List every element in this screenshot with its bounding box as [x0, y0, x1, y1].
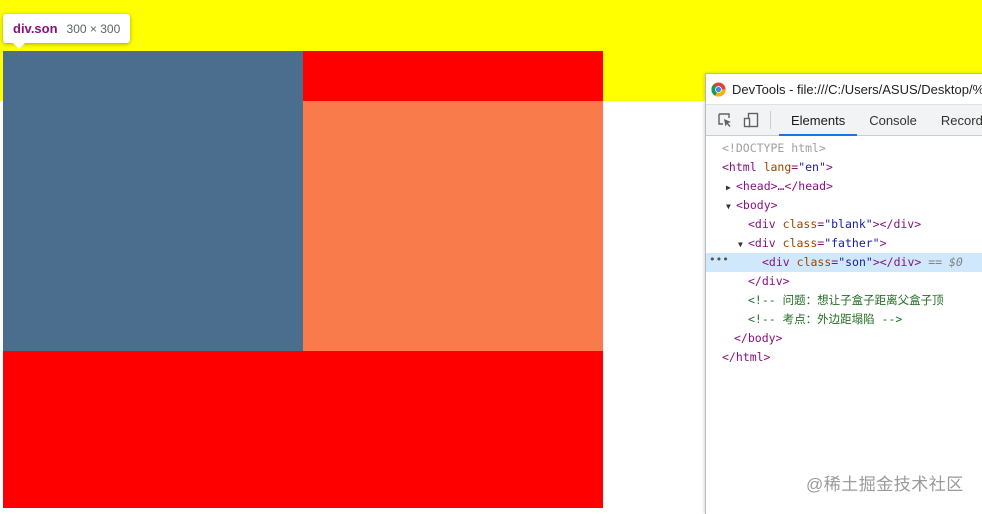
dom-node-father-close[interactable]: </div> — [706, 272, 982, 291]
dom-node-comment-1[interactable]: <!-- 问题：想让子盒子距离父盒子顶 — [706, 291, 982, 310]
son-class-value: "son" — [838, 255, 873, 269]
son-tag-open: <div — [762, 255, 790, 269]
margin-highlight-overlay — [303, 101, 603, 351]
selected-node-ref: == $0 — [928, 255, 963, 269]
element-inspect-tooltip: div.son 300 × 300 — [3, 14, 131, 49]
dom-node-doctype[interactable]: <!DOCTYPE html> — [706, 139, 982, 158]
html-tag: <html — [722, 160, 757, 174]
tab-recorder[interactable]: Record — [929, 105, 982, 135]
tooltip-arrow — [13, 43, 25, 49]
son-tag-close: ></div> — [872, 255, 922, 269]
comment-keypoint: <!-- 考点：外边距塌陷 --> — [748, 312, 903, 326]
blank-tag-open: <div — [748, 217, 776, 231]
html-lang-attr: lang — [763, 160, 792, 174]
tab-console-label: Console — [869, 112, 917, 128]
tooltip-dimensions: 300 × 300 — [66, 21, 121, 36]
blank-class-attr: class — [782, 217, 818, 231]
doctype-text: <!DOCTYPE html> — [722, 141, 826, 155]
devtools-window: DevTools - file:///C:/Users/ASUS/Desktop… — [705, 73, 982, 514]
devtools-tabbar: Elements Console Record — [706, 104, 982, 136]
body-tag: <body> — [736, 198, 778, 212]
body-close-tag: </body> — [734, 331, 783, 345]
dom-tree: <!DOCTYPE html> <html lang="en"> ▶ <head>… — [706, 136, 982, 367]
tab-recorder-label: Record — [940, 112, 982, 128]
device-toolbar-button[interactable] — [738, 105, 764, 135]
father-class-attr: class — [782, 236, 818, 250]
son-class-attr: class — [796, 255, 832, 269]
html-close-tag: </html> — [722, 350, 771, 364]
tab-elements-label: Elements — [791, 112, 846, 128]
tab-console[interactable]: Console — [857, 105, 929, 135]
dom-node-son-selected[interactable]: ••• <div class="son"></div> == $0 — [706, 253, 982, 272]
son-div — [3, 51, 303, 351]
toolbar-separator — [770, 111, 771, 129]
dom-node-comment-2[interactable]: <!-- 考点：外边距塌陷 --> — [706, 310, 982, 329]
collapse-triangle-icon[interactable]: ▼ — [726, 197, 736, 216]
dom-node-body[interactable]: ▼ <body> — [706, 196, 982, 215]
dom-node-body-close[interactable]: </body> — [706, 329, 982, 348]
expand-triangle-icon[interactable]: ▶ — [726, 178, 736, 197]
dom-node-html-close[interactable]: </html> — [706, 348, 982, 367]
father-class-value: "father" — [824, 236, 880, 250]
father-tag-open: <div — [748, 236, 776, 250]
chrome-icon — [711, 81, 726, 97]
collapse-triangle-icon[interactable]: ▼ — [738, 235, 748, 254]
devtools-titlebar[interactable]: DevTools - file:///C:/Users/ASUS/Desktop… — [706, 74, 982, 104]
more-options-icon[interactable]: ••• — [709, 250, 729, 269]
dom-node-father[interactable]: ▼ <div class="father"> — [706, 234, 982, 253]
blank-class-value: "blank" — [824, 217, 873, 231]
blank-tag-close: ></div> — [872, 217, 922, 231]
devtools-title: DevTools - file:///C:/Users/ASUS/Desktop… — [732, 81, 982, 97]
dom-node-html[interactable]: <html lang="en"> — [706, 158, 982, 177]
inspect-element-icon — [718, 113, 731, 127]
html-tag-end: > — [825, 160, 833, 174]
comment-problem: <!-- 问题：想让子盒子距离父盒子顶 — [748, 293, 944, 307]
device-toolbar-icon — [743, 112, 759, 128]
dom-node-blank[interactable]: <div class="blank"></div> — [706, 215, 982, 234]
head-tag: <head>…</head> — [736, 179, 833, 193]
tooltip-tag-name: div.son — [13, 21, 58, 36]
inspect-element-button[interactable] — [712, 105, 738, 135]
html-lang-value: "en" — [798, 160, 826, 174]
watermark-text: @稀土掘金技术社区 — [806, 475, 964, 494]
dom-node-head[interactable]: ▶ <head>…</head> — [706, 177, 982, 196]
tab-elements[interactable]: Elements — [779, 105, 858, 136]
father-tag-close: > — [879, 236, 887, 250]
father-close-tag: </div> — [748, 274, 790, 288]
